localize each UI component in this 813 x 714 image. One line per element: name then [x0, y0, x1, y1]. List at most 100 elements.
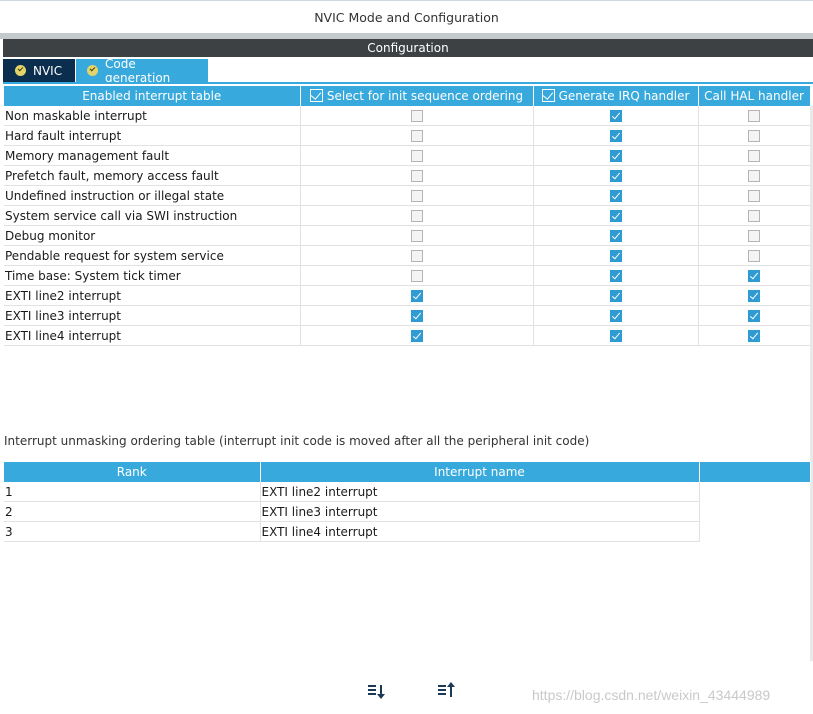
call-hal-checkbox[interactable] [748, 190, 760, 202]
gen-irq-checkbox[interactable] [609, 190, 622, 202]
call-hal-checkbox[interactable] [748, 210, 760, 222]
interrupt-name: Prefetch fault, memory access fault [4, 165, 301, 186]
call-hal-checkbox[interactable] [748, 170, 760, 182]
gen-irq-checkbox[interactable] [609, 110, 622, 122]
enabled-interrupt-table: Enabled interrupt table Select for init … [4, 86, 811, 346]
init-seq-checkbox[interactable] [410, 270, 423, 282]
gen-irq-checkbox[interactable] [609, 310, 622, 322]
configuration-header: Configuration [3, 39, 813, 57]
call-hal-checkbox[interactable] [748, 330, 760, 342]
cell-call-hal [698, 285, 811, 306]
interrupt-name: Non maskable interrupt [4, 106, 301, 126]
table-row[interactable]: Debug monitor [4, 225, 811, 246]
cell-init-seq [300, 285, 534, 306]
tab-nvic[interactable]: NVIC [3, 59, 75, 82]
rank-cell: 3 [4, 521, 261, 542]
table-row[interactable]: System service call via SWI instruction [4, 205, 811, 226]
call-hal-checkbox[interactable] [748, 250, 760, 262]
init-seq-checkbox[interactable] [410, 210, 423, 222]
cell-call-hal [698, 125, 811, 146]
table-row[interactable]: 1 EXTI line2 interrupt [4, 482, 810, 502]
tab-label: Code generation [105, 56, 171, 85]
cell-call-hal [698, 245, 811, 266]
table-row[interactable]: Time base: System tick timer [4, 265, 811, 286]
gen-irq-checkbox[interactable] [609, 150, 622, 162]
table-row[interactable]: Hard fault interrupt [4, 125, 811, 146]
column-header-rank[interactable]: Rank [4, 462, 261, 482]
init-seq-checkbox[interactable] [410, 230, 423, 242]
call-hal-checkbox[interactable] [748, 290, 760, 302]
call-hal-checkbox[interactable] [748, 150, 760, 162]
gen-irq-checkbox[interactable] [609, 270, 622, 282]
call-hal-checkbox[interactable] [748, 270, 760, 282]
cell-init-seq [300, 205, 534, 226]
tab-code-generation[interactable]: Code generation [76, 56, 208, 85]
cell-init-seq [300, 185, 534, 206]
table-row[interactable]: Non maskable interrupt [4, 106, 811, 126]
table-row[interactable]: 3 EXTI line4 interrupt [4, 521, 810, 542]
check-circle-icon [15, 65, 26, 76]
call-hal-checkbox[interactable] [748, 310, 760, 322]
table-row[interactable]: 2 EXTI line3 interrupt [4, 501, 810, 522]
select-all-generate-irq-checkbox[interactable] [541, 89, 555, 102]
interrupt-name: Time base: System tick timer [4, 265, 301, 286]
cell-call-hal [698, 205, 811, 226]
init-seq-checkbox[interactable] [410, 170, 423, 182]
call-hal-checkbox[interactable] [748, 110, 760, 122]
gen-irq-checkbox[interactable] [609, 250, 622, 262]
gen-irq-checkbox[interactable] [609, 130, 622, 142]
cell-gen-irq [533, 125, 699, 146]
interrupt-name: EXTI line3 interrupt [4, 305, 301, 326]
rank-cell: 2 [4, 501, 261, 522]
cell-gen-irq [533, 325, 699, 346]
table-row[interactable]: Prefetch fault, memory access fault [4, 165, 811, 186]
column-header-interrupt-name[interactable]: Interrupt name [260, 462, 700, 482]
table-row[interactable]: EXTI line3 interrupt [4, 305, 811, 326]
spacer-cell [699, 482, 810, 502]
column-header-call-hal[interactable]: Call HAL handler [698, 86, 811, 106]
init-seq-checkbox[interactable] [410, 250, 423, 262]
table-row[interactable]: EXTI line2 interrupt [4, 285, 811, 306]
cell-call-hal [698, 325, 811, 346]
column-header-label: Select for init sequence ordering [326, 89, 524, 103]
sort-ascending-button[interactable] [438, 682, 456, 699]
gen-irq-checkbox[interactable] [609, 170, 622, 182]
interrupt-name-cell: EXTI line2 interrupt [260, 482, 700, 502]
window-title: NVIC Mode and Configuration [0, 0, 813, 33]
init-seq-checkbox[interactable] [410, 290, 423, 302]
cell-init-seq [300, 145, 534, 166]
table-row[interactable]: EXTI line4 interrupt [4, 325, 811, 346]
cell-call-hal [698, 185, 811, 206]
cell-gen-irq [533, 205, 699, 226]
cell-call-hal [698, 225, 811, 246]
cell-gen-irq [533, 106, 699, 126]
init-seq-checkbox[interactable] [410, 110, 423, 122]
cell-gen-irq [533, 225, 699, 246]
table-row[interactable]: Pendable request for system service [4, 245, 811, 266]
cell-gen-irq [533, 265, 699, 286]
column-header-generate-irq[interactable]: Generate IRQ handler [533, 86, 699, 106]
column-header-interrupt[interactable]: Enabled interrupt table [4, 86, 301, 106]
interrupt-name: Pendable request for system service [4, 245, 301, 266]
call-hal-checkbox[interactable] [748, 230, 760, 242]
column-header-init-sequence[interactable]: Select for init sequence ordering [300, 86, 534, 106]
interrupt-rows: Non maskable interrupt Hard fault interru… [4, 106, 811, 346]
gen-irq-checkbox[interactable] [609, 230, 622, 242]
init-seq-checkbox[interactable] [410, 330, 423, 342]
init-seq-checkbox[interactable] [410, 310, 423, 322]
gen-irq-checkbox[interactable] [609, 330, 622, 342]
init-seq-checkbox[interactable] [410, 130, 423, 142]
table-row[interactable]: Undefined instruction or illegal state [4, 185, 811, 206]
call-hal-checkbox[interactable] [748, 130, 760, 142]
gen-irq-checkbox[interactable] [609, 290, 622, 302]
init-seq-checkbox[interactable] [410, 190, 423, 202]
rank-cell: 1 [4, 482, 261, 502]
sort-descending-button[interactable] [368, 683, 386, 699]
gen-irq-checkbox[interactable] [609, 210, 622, 222]
init-seq-checkbox[interactable] [410, 150, 423, 162]
cell-gen-irq [533, 165, 699, 186]
interrupt-name: Hard fault interrupt [4, 125, 301, 146]
watermark: https://blog.csdn.net/weixin_43444989 [532, 687, 771, 703]
table-row[interactable]: Memory management fault [4, 145, 811, 166]
select-all-init-sequence-checkbox[interactable] [309, 89, 323, 102]
